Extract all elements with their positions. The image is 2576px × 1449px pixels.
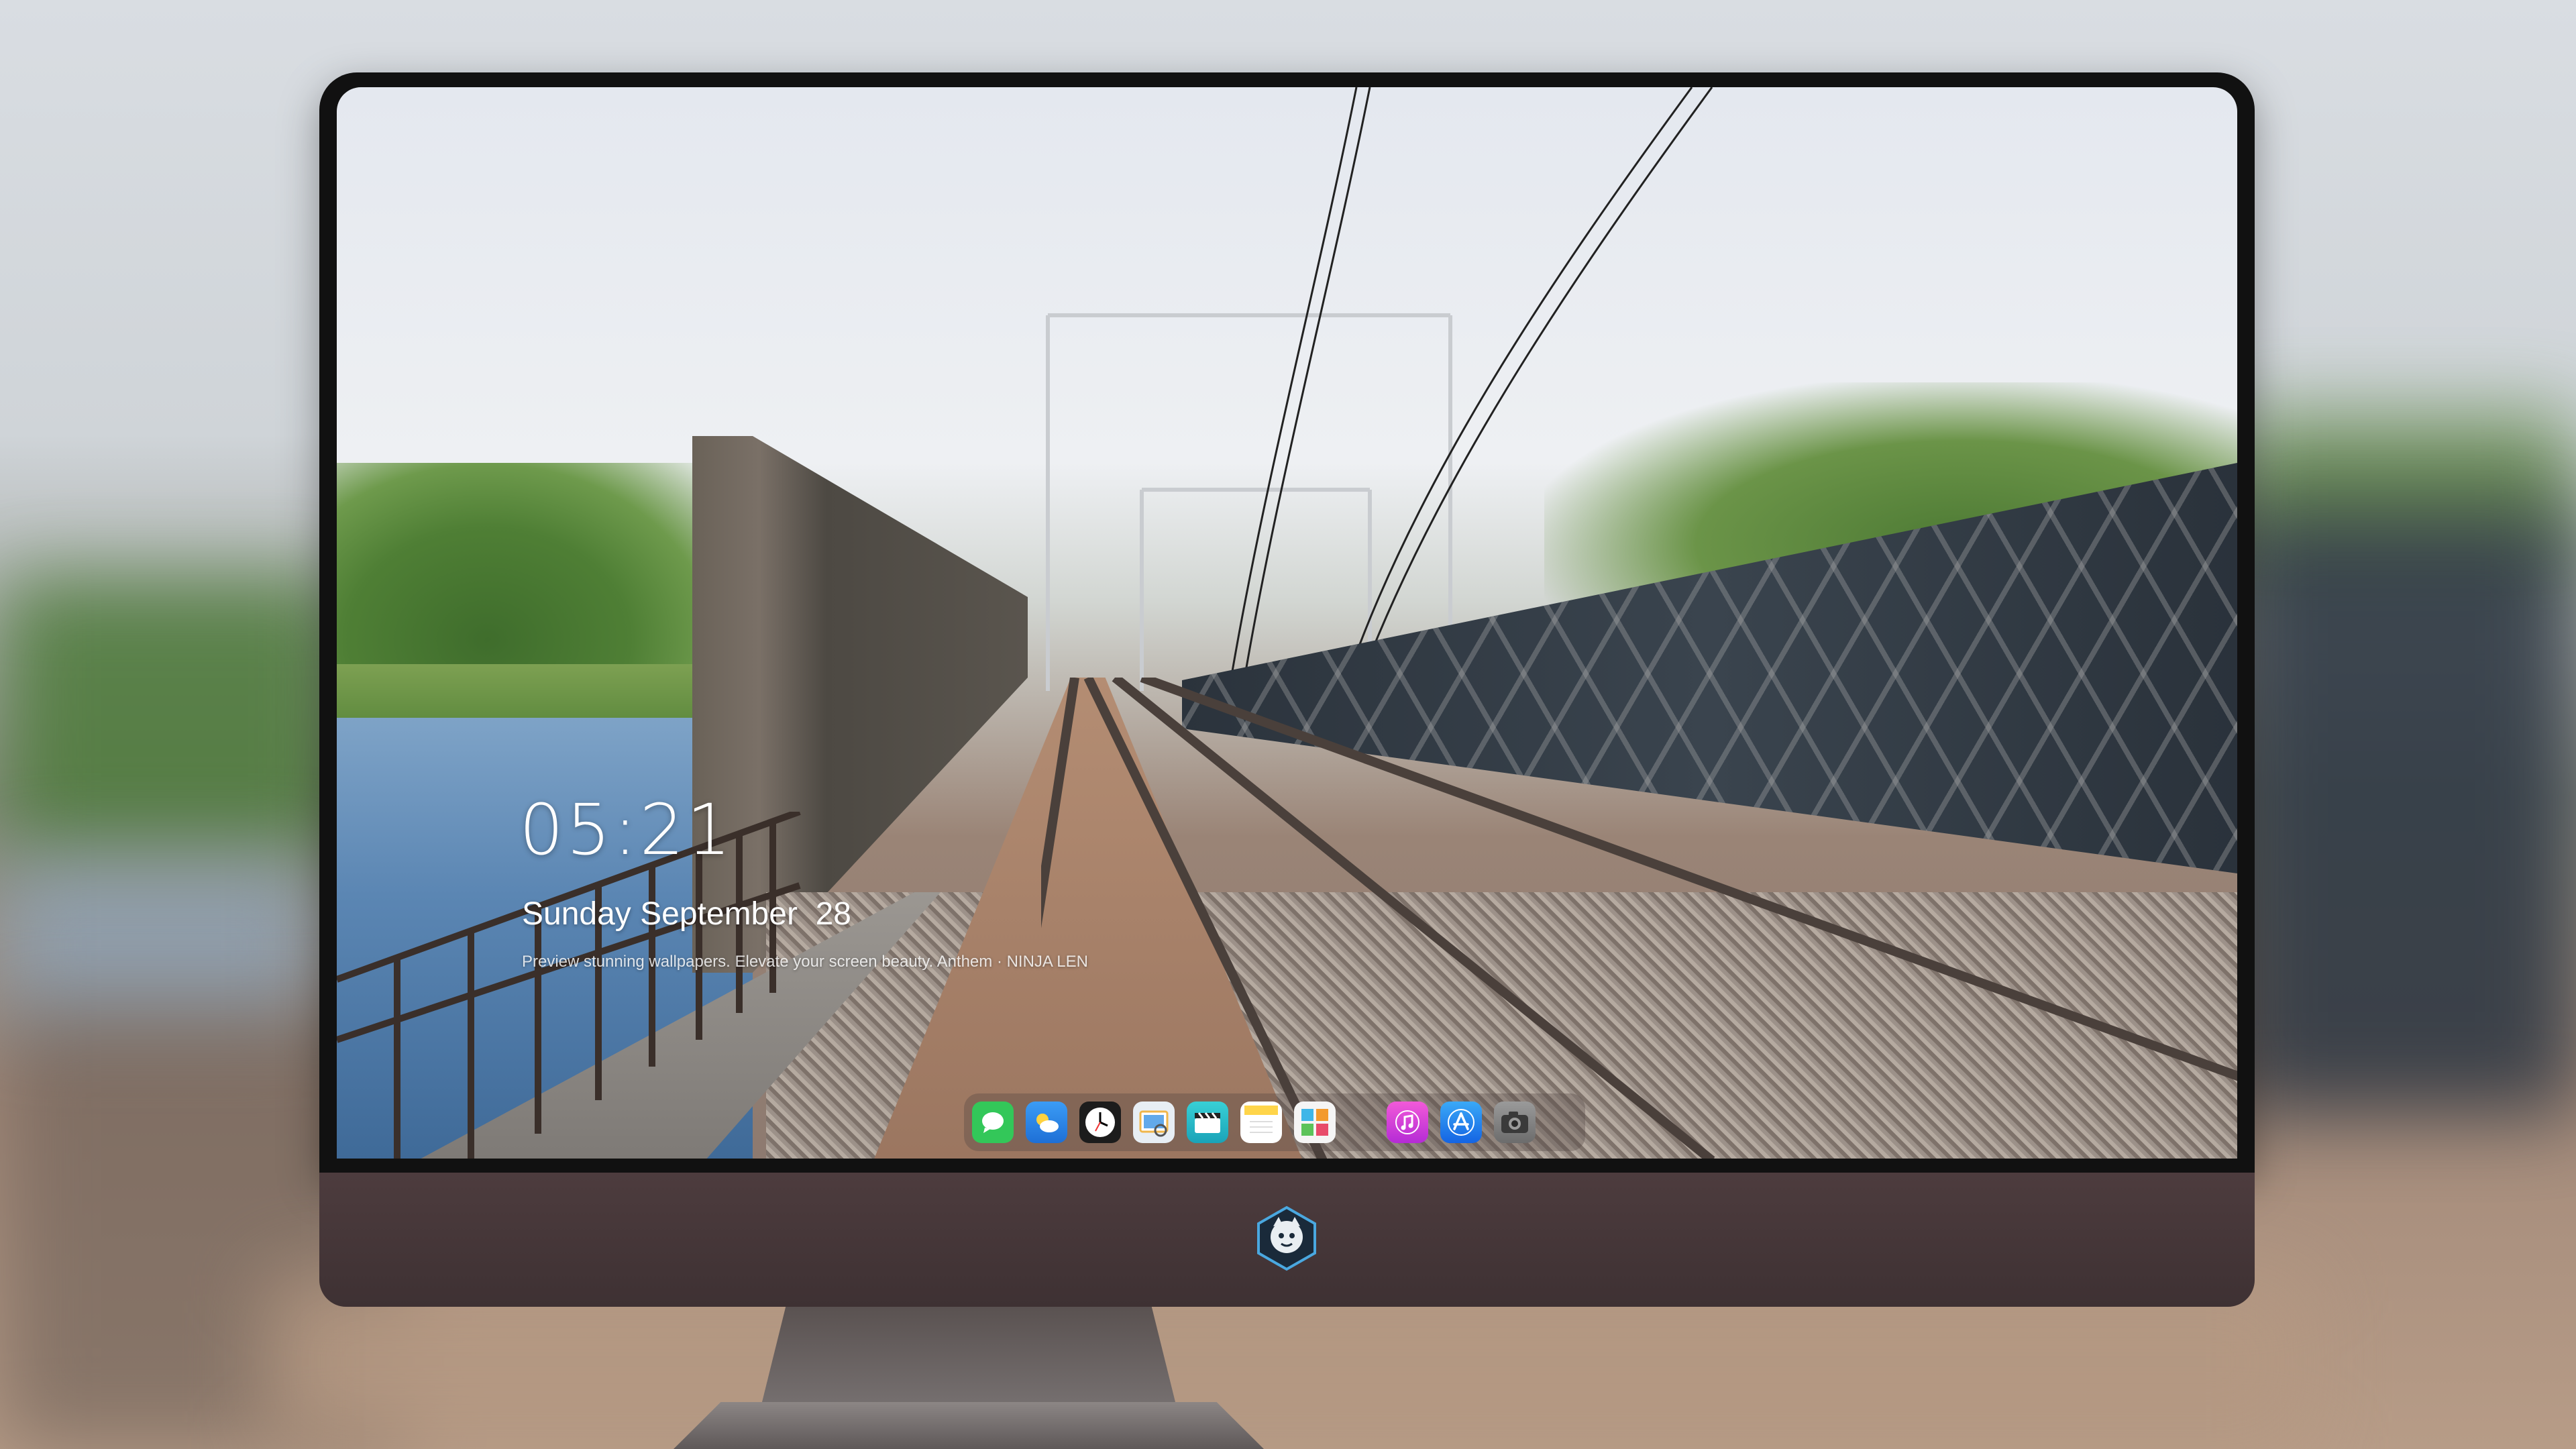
- dock: [964, 1093, 1585, 1151]
- desktop-background: 05:21 Sunday September 28 Preview stunni…: [0, 0, 2576, 1449]
- camera-icon[interactable]: [1494, 1102, 1536, 1143]
- blurred-trees: [0, 577, 349, 859]
- mascot-logo-icon: [1257, 1205, 1316, 1271]
- monitor: 05:21 Sunday September 28 Preview stunni…: [319, 72, 2255, 1307]
- lock-screen[interactable]: 05:21 Sunday September 28 Preview stunni…: [337, 87, 2237, 1159]
- clock-icon[interactable]: [1079, 1102, 1121, 1143]
- app-store-icon[interactable]: [1440, 1102, 1482, 1143]
- wallpaper-reeds: [337, 664, 712, 724]
- photos-icon[interactable]: [1294, 1102, 1336, 1143]
- monitor-stand-base: [674, 1402, 1264, 1449]
- preview-icon[interactable]: [1133, 1102, 1175, 1143]
- music-icon[interactable]: [1387, 1102, 1428, 1143]
- monitor-bezel: 05:21 Sunday September 28 Preview stunni…: [319, 72, 2255, 1173]
- clapperboard-icon[interactable]: [1187, 1102, 1228, 1143]
- blurred-bridge: [2227, 510, 2576, 1114]
- monitor-stand-neck: [761, 1307, 1177, 1407]
- wallpaper-caption: Preview stunning wallpapers. Elevate you…: [522, 953, 1088, 971]
- lock-screen-time: 05:21: [519, 789, 734, 871]
- lock-screen-date: Sunday September 28: [522, 896, 851, 932]
- notes-icon[interactable]: [1240, 1102, 1282, 1143]
- wallpaper-rails: [1041, 678, 2237, 1159]
- messages-icon[interactable]: [972, 1102, 1014, 1143]
- weather-icon[interactable]: [1026, 1102, 1067, 1143]
